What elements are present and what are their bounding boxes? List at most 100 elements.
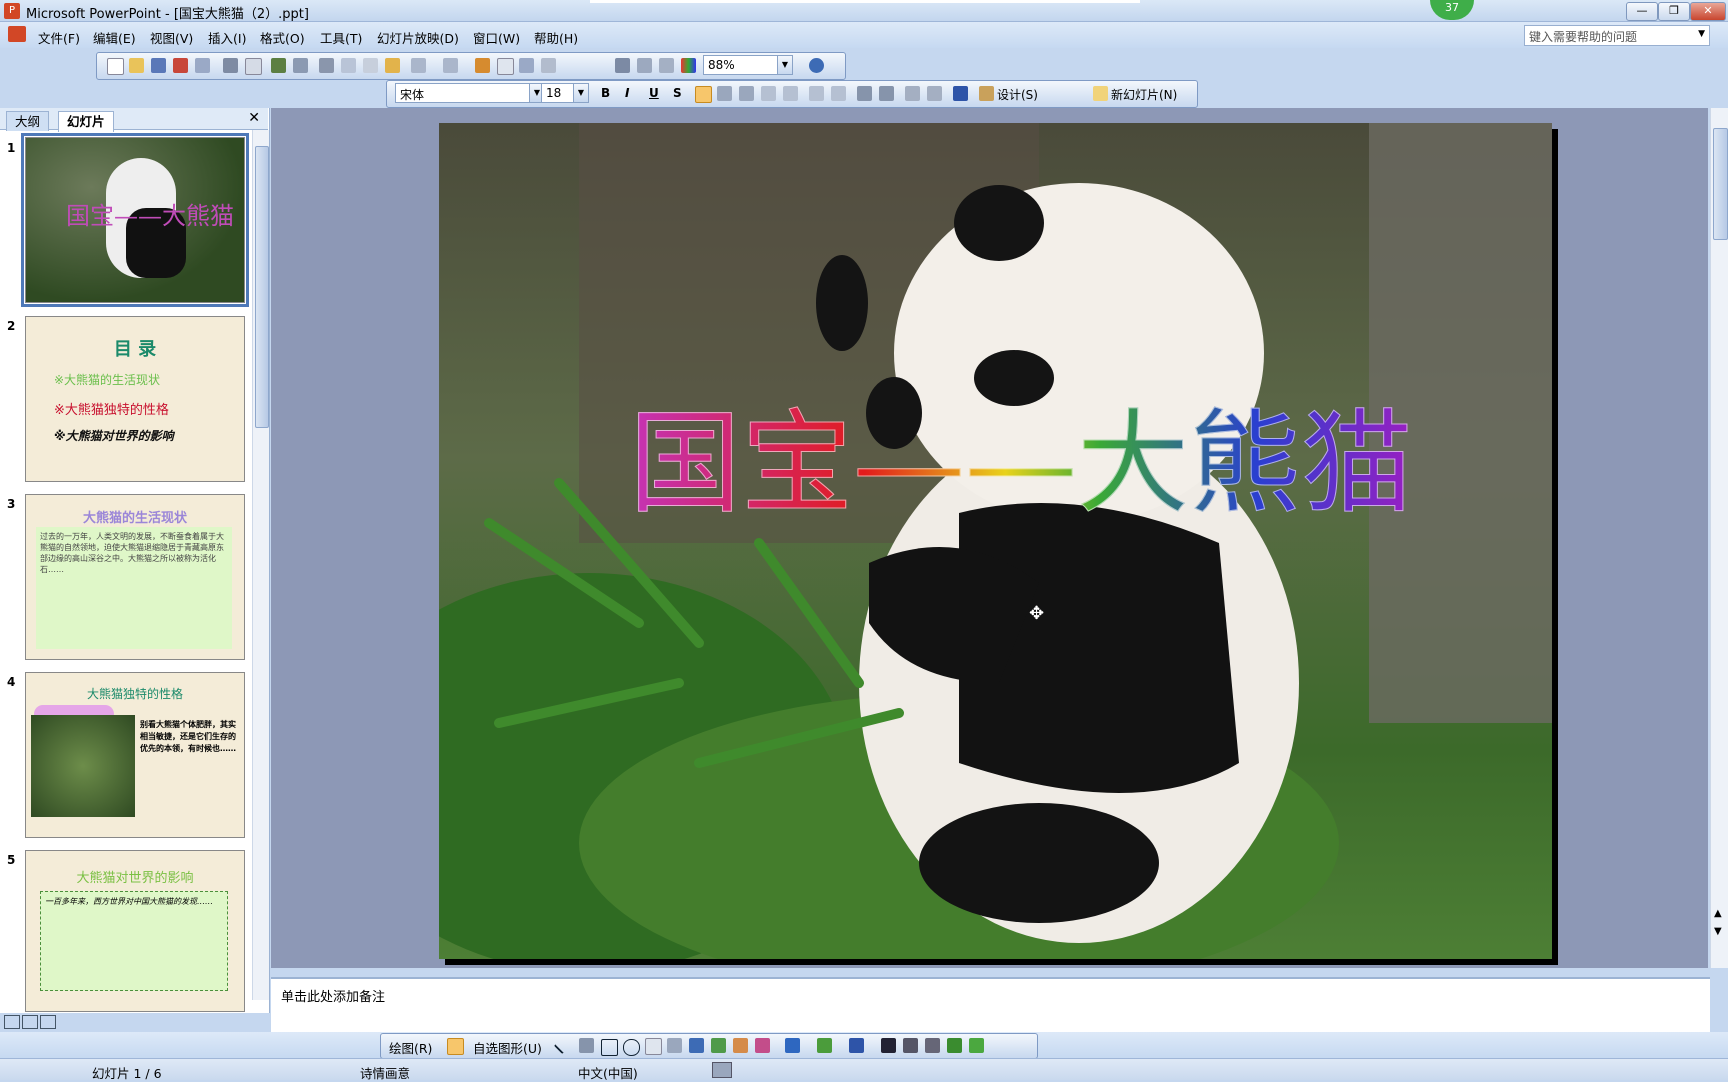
- menu-help[interactable]: 帮助(H): [534, 28, 578, 47]
- numbering-icon[interactable]: [809, 86, 824, 101]
- hyperlink-icon[interactable]: [541, 58, 556, 73]
- draw-menu-button[interactable]: 绘图(R): [389, 1038, 432, 1057]
- new-document-icon[interactable]: [107, 58, 124, 75]
- arrow-style-icon[interactable]: [925, 1038, 940, 1053]
- clip-art-icon[interactable]: [733, 1038, 748, 1053]
- menu-file[interactable]: 文件(F): [38, 28, 80, 47]
- menu-edit[interactable]: 编辑(E): [93, 28, 136, 47]
- save-icon[interactable]: [151, 58, 166, 73]
- line-color-icon[interactable]: [817, 1038, 832, 1053]
- color-grayscale-icon[interactable]: [681, 58, 696, 73]
- italic-button[interactable]: I: [625, 86, 629, 100]
- scrollbar-thumb[interactable]: [1713, 128, 1728, 240]
- redo-icon[interactable]: [443, 58, 458, 73]
- justify-icon[interactable]: [761, 86, 776, 101]
- insert-chart-icon[interactable]: [475, 58, 490, 73]
- zoom-select[interactable]: 88% ▼: [703, 55, 793, 75]
- paste-icon[interactable]: [363, 58, 378, 73]
- slide-thumbnail-4[interactable]: 大熊猫独特的性格 别看大熊猫个体肥胖，其实相当敏捷，还是它们生存的优先的本领，有…: [25, 672, 245, 838]
- align-right-icon[interactable]: [739, 86, 754, 101]
- open-folder-icon[interactable]: [129, 58, 144, 73]
- vertical-text-box-icon[interactable]: [667, 1038, 682, 1053]
- text-box-icon[interactable]: [645, 1038, 662, 1055]
- chevron-down-icon[interactable]: ▼: [1698, 29, 1705, 39]
- notes-pane[interactable]: 单击此处添加备注: [271, 977, 1710, 1032]
- select-objects-icon[interactable]: [447, 1038, 464, 1055]
- powerpoint-app-icon[interactable]: P: [4, 3, 20, 19]
- scrollbar-thumb[interactable]: [255, 146, 269, 428]
- font-size-select[interactable]: 18 ▼: [541, 83, 589, 103]
- show-formatting-icon[interactable]: [637, 58, 652, 73]
- slide-thumbnail-1[interactable]: 国宝——大熊猫: [21, 133, 249, 307]
- font-select[interactable]: 宋体 ▼: [395, 83, 545, 103]
- close-button[interactable]: ✕: [1690, 2, 1726, 21]
- bold-button[interactable]: B: [601, 86, 610, 100]
- slide-sorter-icon[interactable]: [22, 1015, 38, 1029]
- research-icon[interactable]: [293, 58, 308, 73]
- format-painter-icon[interactable]: [385, 58, 400, 73]
- slide-canvas[interactable]: 国宝——大熊猫 ✥: [439, 123, 1552, 959]
- menu-format[interactable]: 格式(O): [260, 28, 305, 47]
- menu-insert[interactable]: 插入(I): [208, 28, 246, 47]
- diagram-icon[interactable]: [711, 1038, 726, 1053]
- help-search-input[interactable]: 键入需要帮助的问题 ▼: [1524, 25, 1710, 46]
- slide-thumbnail-3[interactable]: 大熊猫的生活现状 过去的一万年，人类文明的发展，不断蚕食着属于大熊猫的自然领地，…: [25, 494, 245, 660]
- slideshow-icon[interactable]: [40, 1015, 56, 1029]
- bullets-icon[interactable]: [831, 86, 846, 101]
- distribute-icon[interactable]: [783, 86, 798, 101]
- next-slide-icon[interactable]: ▼: [1714, 926, 1722, 937]
- menu-slideshow[interactable]: 幻灯片放映(D): [377, 28, 459, 47]
- slide-thumbnail-2[interactable]: 目 录 ※大熊猫的生活现状 ※大熊猫独特的性格 ※大熊猫对世界的影响: [25, 316, 245, 482]
- thumbnail-scrollbar[interactable]: [252, 130, 269, 1000]
- expand-all-icon[interactable]: [615, 58, 630, 73]
- print-preview-icon[interactable]: [245, 58, 262, 75]
- decrease-font-icon[interactable]: [879, 86, 894, 101]
- tab-outline[interactable]: 大纲: [6, 111, 50, 131]
- slide-title[interactable]: 国宝——大熊猫: [629, 373, 1414, 535]
- 3d-style-icon[interactable]: [969, 1038, 984, 1053]
- align-left-icon[interactable]: [695, 86, 712, 103]
- wordart-icon[interactable]: [689, 1038, 704, 1053]
- chevron-down-icon[interactable]: ▼: [573, 84, 588, 102]
- underline-button[interactable]: U: [649, 86, 659, 100]
- close-icon[interactable]: ✕: [248, 110, 260, 126]
- spelling-status-icon[interactable]: [712, 1062, 732, 1078]
- cut-icon[interactable]: [319, 58, 334, 73]
- arrow-icon[interactable]: [579, 1038, 594, 1053]
- minimize-button[interactable]: —: [1626, 2, 1658, 21]
- oval-icon[interactable]: [623, 1039, 640, 1056]
- normal-view-icon[interactable]: [4, 1015, 20, 1029]
- slide-scrollbar[interactable]: ▲ ▼: [1710, 108, 1728, 968]
- menu-window[interactable]: 窗口(W): [473, 28, 520, 47]
- line-style-icon[interactable]: [881, 1038, 896, 1053]
- email-icon[interactable]: [195, 58, 210, 73]
- decrease-indent-icon[interactable]: [905, 86, 920, 101]
- previous-slide-icon[interactable]: ▲: [1714, 908, 1722, 919]
- restore-button[interactable]: ❐: [1658, 2, 1690, 21]
- print-icon[interactable]: [223, 58, 238, 73]
- shadow-button[interactable]: S: [673, 86, 682, 100]
- permission-icon[interactable]: [173, 58, 188, 73]
- document-icon[interactable]: [8, 26, 26, 42]
- increase-font-icon[interactable]: [857, 86, 872, 101]
- new-slide-icon[interactable]: [1093, 86, 1108, 101]
- copy-icon[interactable]: [341, 58, 356, 73]
- insert-table-icon[interactable]: [497, 58, 514, 75]
- design-icon[interactable]: [979, 86, 994, 101]
- tab-slides[interactable]: 幻灯片: [58, 111, 114, 132]
- menu-tools[interactable]: 工具(T): [320, 28, 362, 47]
- dash-style-icon[interactable]: [903, 1038, 918, 1053]
- line-icon[interactable]: [553, 1035, 573, 1055]
- picture-icon[interactable]: [755, 1038, 770, 1053]
- slide-thumbnail-5[interactable]: 大熊猫对世界的影响 一百多年来，西方世界对中国大熊猫的发现……: [25, 850, 245, 1012]
- help-icon[interactable]: [809, 58, 824, 73]
- autoshapes-button[interactable]: 自选图形(U): [473, 1038, 542, 1057]
- align-center-icon[interactable]: [717, 86, 732, 101]
- menu-view[interactable]: 视图(V): [150, 28, 193, 47]
- new-slide-button[interactable]: 新幻灯片(N): [1111, 86, 1177, 103]
- grid-icon[interactable]: [659, 58, 674, 73]
- tables-borders-icon[interactable]: [519, 58, 534, 73]
- font-color-icon[interactable]: [849, 1038, 864, 1053]
- fill-color-icon[interactable]: [785, 1038, 800, 1053]
- spelling-icon[interactable]: [271, 58, 286, 73]
